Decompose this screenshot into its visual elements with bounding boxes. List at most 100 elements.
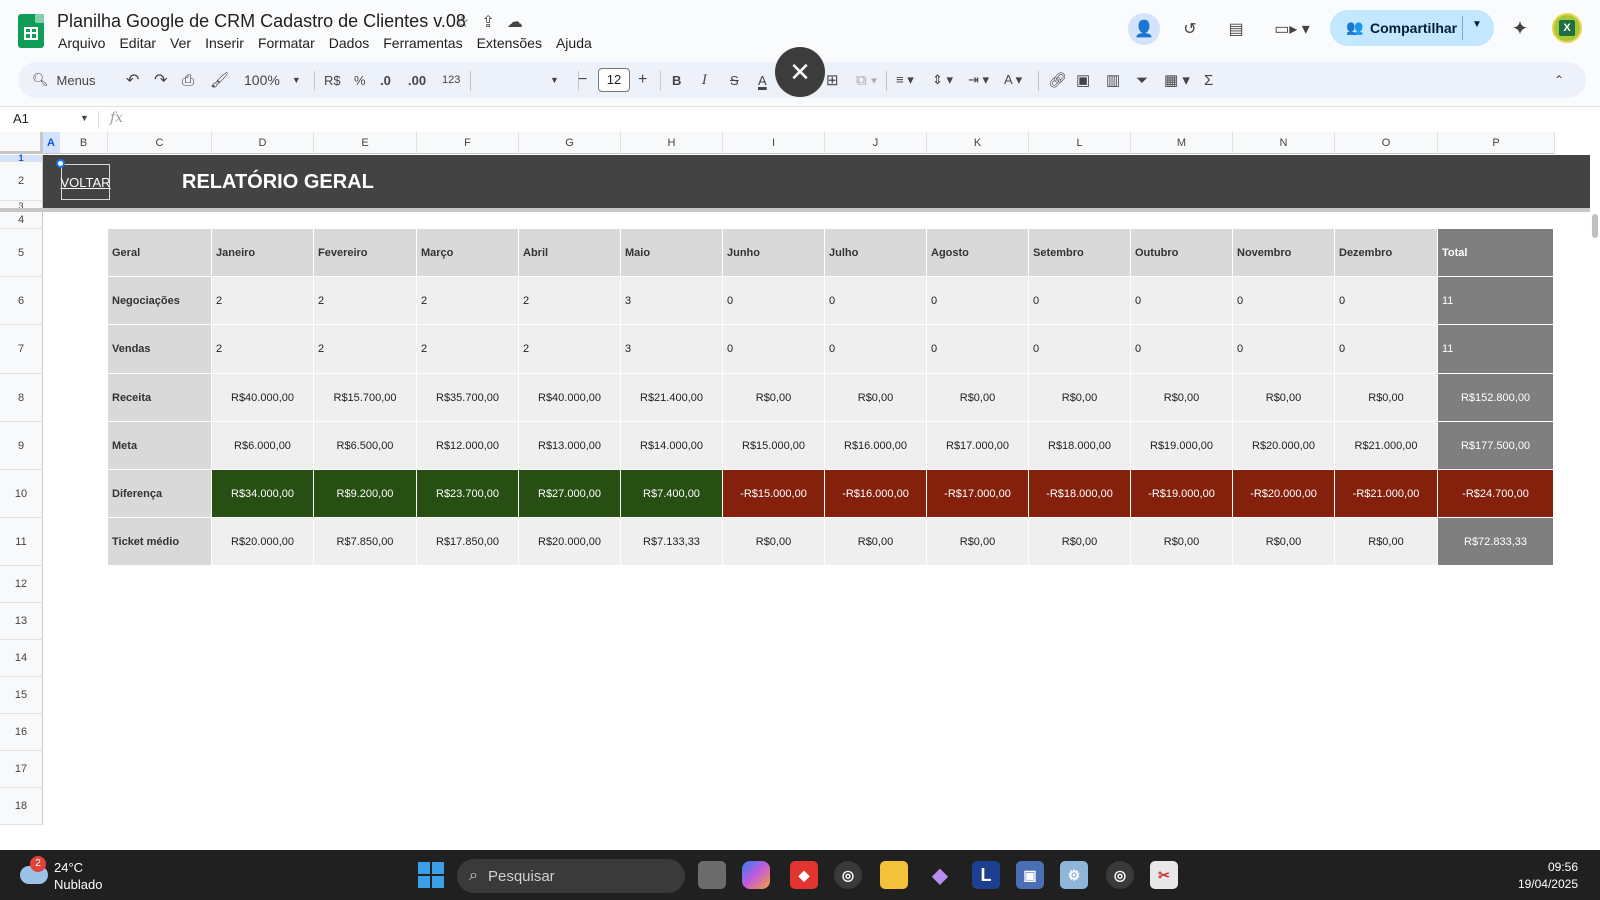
report-value-cell[interactable]: 2 (314, 325, 417, 374)
report-corner-cell[interactable]: Geral (108, 229, 212, 277)
filter-views-icon[interactable]: ▦ ▾ (1164, 62, 1190, 98)
report-value-cell[interactable]: -R$20.000,00 (1233, 470, 1335, 518)
report-value-cell[interactable]: R$14.000,00 (621, 422, 723, 470)
row-header-9[interactable]: 9 (0, 422, 43, 470)
obsidian-icon[interactable]: ◆ (926, 861, 954, 889)
column-header-i[interactable]: I (723, 132, 825, 154)
menus-search[interactable]: 🔍︎ Menus (32, 62, 96, 98)
name-box[interactable]: A1 (13, 111, 29, 126)
report-value-cell[interactable]: R$15.700,00 (314, 374, 417, 422)
italic-button[interactable]: I (702, 62, 707, 98)
avatar[interactable]: X (1552, 13, 1582, 43)
report-column-header[interactable]: Junho (723, 229, 825, 277)
undo-icon[interactable]: ↶ (126, 62, 139, 98)
column-header-m[interactable]: M (1131, 132, 1233, 154)
report-column-header[interactable]: Outubro (1131, 229, 1233, 277)
report-column-header[interactable]: Agosto (927, 229, 1029, 277)
menu-item-inserir[interactable]: Inserir (198, 35, 251, 51)
report-value-cell[interactable]: 0 (825, 277, 927, 325)
report-row-label[interactable]: Negociações (108, 277, 212, 325)
star-icon[interactable]: ☆ (455, 12, 469, 32)
app-l-icon[interactable]: L (972, 861, 1000, 889)
report-value-cell[interactable]: R$0,00 (1131, 374, 1233, 422)
report-row-label[interactable]: Diferença (108, 470, 212, 518)
chrome-icon[interactable]: ◎ (834, 861, 862, 889)
report-value-cell[interactable]: R$0,00 (1335, 518, 1438, 566)
report-value-cell[interactable]: R$17.850,00 (417, 518, 519, 566)
report-value-cell[interactable]: R$27.000,00 (519, 470, 621, 518)
report-total-cell[interactable]: -R$24.700,00 (1438, 470, 1554, 518)
report-value-cell[interactable]: 2 (417, 277, 519, 325)
report-value-cell[interactable]: R$9.200,00 (314, 470, 417, 518)
report-value-cell[interactable]: R$0,00 (825, 374, 927, 422)
column-header-d[interactable]: D (212, 132, 314, 154)
row-header-4[interactable]: 4 (0, 212, 43, 229)
taskbar-search[interactable]: ⌕ Pesquisar (457, 859, 685, 893)
report-value-cell[interactable]: -R$15.000,00 (723, 470, 825, 518)
report-value-cell[interactable]: R$0,00 (1233, 518, 1335, 566)
report-value-cell[interactable]: 2 (212, 277, 314, 325)
report-value-cell[interactable]: 0 (1335, 325, 1438, 374)
column-header-f[interactable]: F (417, 132, 519, 154)
report-value-cell[interactable]: R$13.000,00 (519, 422, 621, 470)
report-value-cell[interactable]: R$34.000,00 (212, 470, 314, 518)
text-color-icon[interactable]: A (758, 62, 767, 98)
version-history-icon[interactable]: ↺ (1174, 13, 1206, 45)
task-view-icon[interactable] (698, 861, 726, 889)
bold-button[interactable]: B (672, 62, 681, 98)
percent-format-button[interactable]: % (354, 62, 366, 98)
row-header-10[interactable]: 10 (0, 470, 43, 518)
report-value-cell[interactable]: 0 (1233, 277, 1335, 325)
font-family-select[interactable]: ▼ (480, 62, 570, 98)
insert-link-icon[interactable]: 🔗︎ (1048, 62, 1067, 98)
report-value-cell[interactable]: R$19.000,00 (1131, 422, 1233, 470)
increase-font-size-icon[interactable]: + (638, 62, 647, 98)
report-value-cell[interactable]: 2 (417, 325, 519, 374)
meet-icon[interactable]: ▭▸ ▾ (1266, 13, 1318, 45)
menu-item-extensões[interactable]: Extensões (470, 35, 549, 51)
report-total-cell[interactable]: R$177.500,00 (1438, 422, 1554, 470)
report-value-cell[interactable]: R$40.000,00 (519, 374, 621, 422)
report-value-cell[interactable]: R$0,00 (927, 518, 1029, 566)
report-value-cell[interactable]: 0 (1131, 277, 1233, 325)
report-value-cell[interactable]: 3 (621, 325, 723, 374)
freeze-divider[interactable] (0, 208, 1590, 212)
column-header-g[interactable]: G (519, 132, 621, 154)
insert-comment-icon[interactable]: ▣ (1076, 62, 1090, 98)
comments-icon[interactable]: ▤ (1220, 13, 1252, 45)
report-value-cell[interactable]: R$21.400,00 (621, 374, 723, 422)
report-value-cell[interactable]: R$16.000,00 (825, 422, 927, 470)
report-value-cell[interactable]: 0 (723, 325, 825, 374)
report-value-cell[interactable]: 2 (519, 277, 621, 325)
report-total-cell[interactable]: 11 (1438, 325, 1554, 374)
report-value-cell[interactable]: 0 (825, 325, 927, 374)
report-value-cell[interactable]: 0 (1029, 325, 1131, 374)
selection-handle[interactable] (56, 159, 65, 168)
column-header-h[interactable]: H (621, 132, 723, 154)
voltar-link[interactable]: VOLTAR (60, 164, 111, 200)
report-value-cell[interactable]: 0 (1233, 325, 1335, 374)
select-all-corner[interactable] (0, 132, 43, 154)
windows-start-icon[interactable] (418, 862, 444, 888)
font-size-input[interactable]: 12 (598, 68, 630, 92)
row-header-17[interactable]: 17 (0, 751, 43, 788)
column-header-b[interactable]: B (60, 132, 108, 154)
report-value-cell[interactable]: R$0,00 (1233, 374, 1335, 422)
row-header-13[interactable]: 13 (0, 603, 43, 640)
sheets-logo-icon[interactable] (18, 14, 44, 48)
report-value-cell[interactable]: -R$19.000,00 (1131, 470, 1233, 518)
increase-decimal-button[interactable]: .00 (408, 62, 426, 98)
row-header-8[interactable]: 8 (0, 374, 43, 422)
horizontal-align-icon[interactable]: ≡ ▾ (896, 62, 914, 98)
row-header-11[interactable]: 11 (0, 518, 43, 566)
chrome-profile-icon[interactable]: ◎ (1106, 861, 1134, 889)
row-header-14[interactable]: 14 (0, 640, 43, 677)
report-value-cell[interactable]: R$0,00 (1131, 518, 1233, 566)
report-value-cell[interactable]: R$20.000,00 (1233, 422, 1335, 470)
anydesk-icon[interactable]: ◆ (790, 861, 818, 889)
report-value-cell[interactable]: -R$18.000,00 (1029, 470, 1131, 518)
column-header-p[interactable]: P (1438, 132, 1555, 154)
report-value-cell[interactable]: 0 (1029, 277, 1131, 325)
row-header-18[interactable]: 18 (0, 788, 43, 825)
decrease-decimal-button[interactable]: .0 (380, 62, 391, 98)
